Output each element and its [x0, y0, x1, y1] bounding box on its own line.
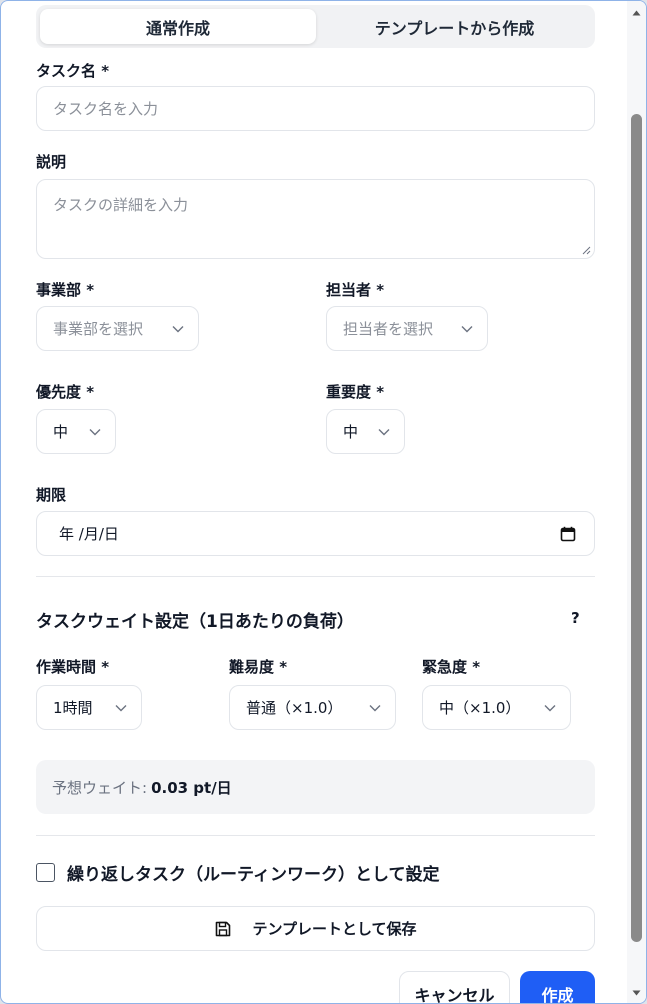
recurring-task-checkbox[interactable]	[36, 863, 55, 882]
chevron-down-icon	[369, 704, 381, 711]
calendar-icon[interactable]	[560, 526, 576, 542]
assignee-placeholder: 担当者を選択	[343, 320, 434, 338]
difficulty-value: 普通（×1.0）	[246, 699, 343, 717]
task-name-input[interactable]: タスク名を入力	[36, 86, 595, 131]
chevron-down-icon	[89, 428, 101, 435]
chevron-down-icon	[115, 704, 127, 711]
tab-normal-create[interactable]: 通常作成	[40, 9, 316, 44]
scrollbar-thumb[interactable]	[631, 114, 642, 942]
create-button[interactable]: 作成	[520, 971, 595, 1003]
scroll-down-arrow-icon[interactable]	[631, 989, 642, 997]
department-placeholder: 事業部を選択	[53, 320, 144, 338]
estimated-weight-label: 予想ウェイト:	[52, 778, 148, 797]
chevron-down-icon	[461, 325, 473, 332]
urgency-value: 中（×1.0）	[439, 699, 521, 717]
chevron-down-icon	[544, 704, 556, 711]
assignee-select[interactable]: 担当者を選択	[326, 306, 488, 351]
save-icon	[216, 921, 231, 936]
priority-value: 中	[53, 423, 69, 441]
difficulty-select[interactable]: 普通（×1.0）	[229, 685, 396, 730]
vertical-scrollbar[interactable]	[627, 1, 646, 1003]
section-divider	[36, 835, 595, 836]
create-mode-tabs: 通常作成 テンプレートから作成	[36, 5, 595, 48]
deadline-value: 年 /月/日	[59, 525, 119, 543]
save-as-template-button[interactable]: テンプレートとして保存	[36, 906, 595, 951]
importance-label: 重要度 *	[326, 383, 385, 401]
work-time-value: 1時間	[53, 699, 93, 717]
urgency-select[interactable]: 中（×1.0）	[422, 685, 571, 730]
work-time-select[interactable]: 1時間	[36, 685, 142, 730]
save-as-template-label: テンプレートとして保存	[252, 920, 417, 938]
chevron-down-icon	[172, 325, 184, 332]
priority-label: 優先度 *	[36, 383, 95, 401]
importance-value: 中	[343, 423, 359, 441]
weight-section-title: タスクウェイト設定（1日あたりの負荷）	[36, 612, 354, 632]
department-label: 事業部 *	[36, 281, 95, 299]
difficulty-label: 難易度 *	[229, 658, 288, 676]
estimated-weight-value: 0.03 pt/日	[151, 778, 232, 797]
tab-template-create[interactable]: テンプレートから作成	[318, 9, 591, 44]
estimated-weight-box: 予想ウェイト: 0.03 pt/日	[36, 760, 595, 814]
chevron-down-icon	[378, 428, 390, 435]
priority-select[interactable]: 中	[36, 409, 116, 454]
task-create-dialog: 通常作成 テンプレートから作成 タスク名 * タスク名を入力 説明 タスクの詳細…	[0, 0, 647, 1004]
work-time-label: 作業時間 *	[36, 658, 110, 676]
importance-select[interactable]: 中	[326, 409, 405, 454]
deadline-date-input[interactable]: 年 /月/日	[36, 511, 595, 556]
section-divider	[36, 576, 595, 577]
recurring-task-option[interactable]: 繰り返しタスク（ルーティンワーク）として設定	[36, 860, 439, 885]
urgency-label: 緊急度 *	[422, 658, 481, 676]
assignee-label: 担当者 *	[326, 281, 385, 299]
description-textarea[interactable]: タスクの詳細を入力	[36, 179, 595, 259]
description-label: 説明	[36, 153, 67, 171]
cancel-button[interactable]: キャンセル	[399, 971, 510, 1003]
description-placeholder: タスクの詳細を入力	[53, 196, 189, 214]
recurring-task-label: 繰り返しタスク（ルーティンワーク）として設定	[67, 865, 440, 885]
task-name-placeholder: タスク名を入力	[53, 100, 159, 118]
deadline-label: 期限	[36, 486, 67, 504]
dialog-scroll-area: 通常作成 テンプレートから作成 タスク名 * タスク名を入力 説明 タスクの詳細…	[1, 1, 627, 1003]
department-select[interactable]: 事業部を選択	[36, 306, 199, 351]
scroll-up-arrow-icon[interactable]	[631, 9, 642, 17]
task-name-label: タスク名 *	[36, 62, 110, 80]
resize-grip-icon[interactable]	[581, 245, 591, 255]
weight-help-button[interactable]: ?	[571, 609, 580, 627]
